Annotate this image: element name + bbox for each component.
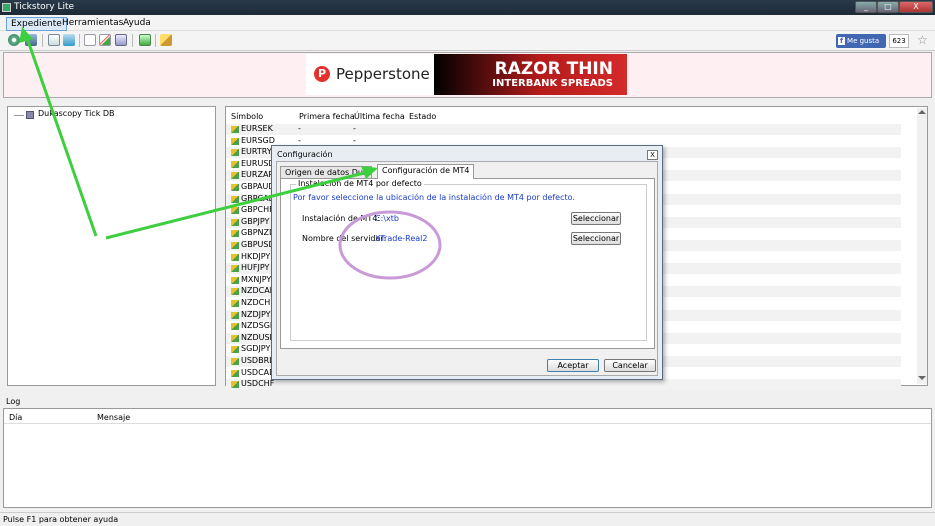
annotation-arrow-to-menu [25, 37, 98, 237]
annotation-overlay [19, 27, 442, 280]
annotation-ellipse [338, 210, 442, 280]
annotation-arrowhead-tab [361, 166, 378, 179]
tab-mt4-configuration[interactable]: Configuración de MT4 [377, 164, 475, 179]
annotation-arrow-to-tab [105, 171, 365, 240]
annotation-arrowhead-menu [19, 27, 33, 43]
